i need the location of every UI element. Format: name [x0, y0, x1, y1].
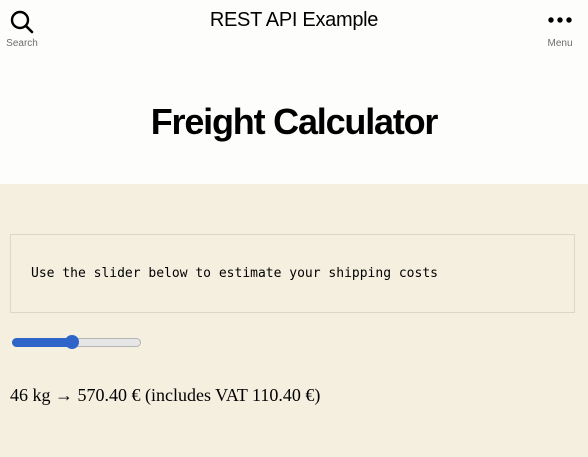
slider-thumb[interactable]: [64, 335, 79, 349]
weight-slider[interactable]: [12, 335, 141, 349]
site-header: Search REST API Example Menu Freight Cal…: [0, 0, 588, 184]
more-dots-icon: [548, 17, 572, 23]
page-title: Freight Calculator: [150, 101, 439, 142]
site-title[interactable]: REST API Example: [0, 9, 588, 32]
instructions-box: Use the slider below to estimate your sh…: [10, 234, 575, 313]
search-label: Search: [6, 38, 38, 49]
slider-fill: [12, 338, 72, 347]
menu-button[interactable]: Menu: [532, 8, 588, 52]
page-content: Use the slider below to estimate your sh…: [0, 184, 588, 457]
instructions-text: Use the slider below to estimate your sh…: [31, 266, 438, 281]
menu-label: Menu: [547, 38, 573, 49]
freight-result: 46 kg → 570.40 € (includes VAT 110.40 €): [10, 385, 321, 405]
